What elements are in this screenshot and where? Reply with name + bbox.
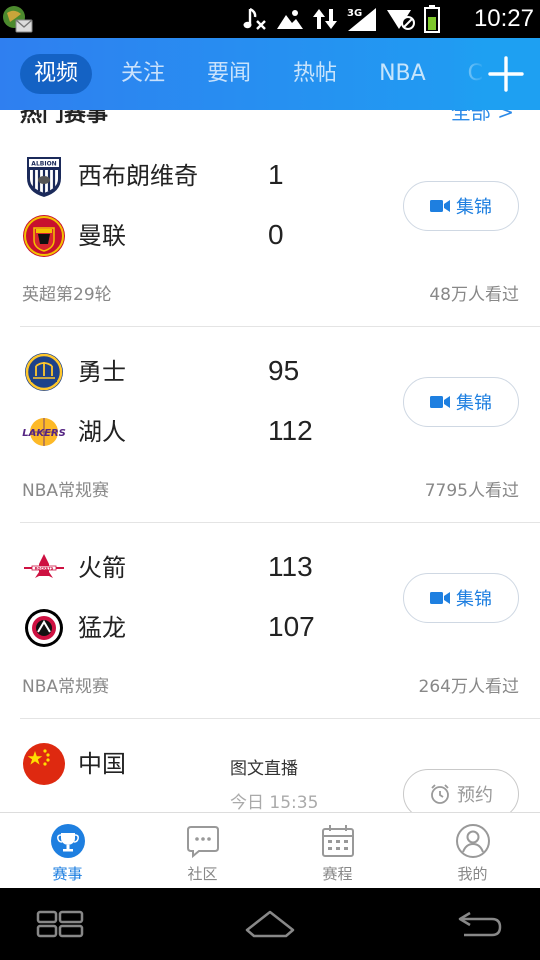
team-score: 95 — [268, 355, 300, 386]
profile-icon — [455, 824, 490, 858]
team-name: 中国 — [78, 750, 126, 778]
tab-video[interactable]: 视频 — [20, 54, 93, 94]
recent-apps-icon[interactable] — [36, 910, 84, 938]
bottom-tab-label: 我的 — [457, 865, 488, 883]
data-transfer-icon — [313, 9, 337, 29]
bottom-tab-label: 赛事 — [52, 865, 83, 883]
highlights-label: 集锦 — [456, 197, 492, 218]
trophy-icon — [50, 824, 85, 858]
team-row: 猛龙 107 — [22, 606, 342, 650]
lakers-logo: LAKERS — [22, 418, 66, 446]
tab-nba[interactable]: NBA — [366, 54, 439, 94]
section-header: 热门赛事 全部 > — [20, 110, 520, 127]
chat-bubble-icon — [186, 826, 219, 859]
top-nav: 视频 关注 要闻 热帖 NBA C — [0, 38, 540, 110]
highlights-label: 集锦 — [456, 393, 492, 414]
team-score: 113 — [268, 551, 313, 582]
raptors-logo — [25, 609, 63, 647]
bottom-tab-matches[interactable]: 赛事 — [0, 813, 135, 888]
league-label: NBA常规赛 — [22, 677, 110, 697]
match-card[interactable]: 中国 图文直播 今日 15:35 预约 — [0, 738, 540, 812]
tab-follow[interactable]: 关注 — [108, 54, 178, 94]
team-row: LAKERS 湖人 112 — [22, 410, 342, 454]
home-icon[interactable] — [244, 908, 296, 940]
bottom-tab-profile[interactable]: 我的 — [405, 813, 540, 888]
bottom-tab-label: 社区 — [187, 865, 218, 883]
section-more-link[interactable]: 全部 > — [451, 110, 514, 125]
plus-icon[interactable] — [484, 52, 528, 96]
team-row: 曼联 0 — [22, 214, 342, 258]
team-score: 112 — [268, 415, 313, 446]
team-score: 107 — [268, 611, 315, 642]
team-name: 曼联 — [78, 222, 126, 250]
team-name: 西布朗维奇 — [78, 162, 198, 190]
match-card[interactable]: ROCKETS 火箭 113 猛龙 107 集锦 NBA常规赛 264万人看过 — [0, 542, 540, 738]
view-count: 264万人看过 — [418, 677, 519, 697]
west-brom-logo: ALBION — [27, 157, 61, 197]
video-camera-icon — [430, 592, 450, 604]
china-flag — [23, 743, 65, 785]
svg-text:ROCKETS: ROCKETS — [35, 566, 54, 570]
svg-text:ALBION: ALBION — [31, 161, 56, 168]
svg-text:3G: 3G — [347, 8, 362, 19]
man-utd-logo — [23, 215, 65, 257]
top-nav-tabs: 视频 关注 要闻 热帖 NBA C — [20, 38, 512, 110]
wifi-off-icon — [387, 10, 415, 30]
highlights-label: 集锦 — [456, 589, 492, 610]
match-card[interactable]: ALBION 西布朗维奇 1 曼联 0 集锦 英超第29轮 48万人看过 — [0, 150, 540, 346]
back-icon[interactable] — [456, 908, 504, 940]
status-icons: 3G — [242, 0, 440, 38]
picture-icon — [277, 10, 303, 29]
reserve-button[interactable]: 预约 — [403, 769, 519, 812]
bottom-tab-bar: 赛事 社区 赛程 我的 — [0, 812, 540, 888]
match-card[interactable]: 勇士 95 LAKERS 湖人 112 集锦 NBA常规赛 7795人看过 — [0, 346, 540, 542]
signal-3g-icon: 3G — [346, 6, 376, 31]
divider — [20, 718, 540, 719]
bottom-tab-community[interactable]: 社区 — [135, 813, 270, 888]
highlights-button[interactable]: 集锦 — [403, 377, 519, 427]
team-score: 1 — [268, 159, 284, 190]
view-count: 7795人看过 — [424, 481, 519, 501]
divider — [20, 326, 540, 327]
tab-news[interactable]: 要闻 — [194, 54, 264, 94]
section-title: 热门赛事 — [20, 110, 109, 127]
alarm-clock-icon — [431, 784, 449, 804]
live-text-label: 图文直播 — [230, 759, 298, 779]
view-count: 48万人看过 — [429, 285, 519, 305]
league-label: 英超第29轮 — [22, 285, 112, 305]
team-row: ROCKETS 火箭 113 — [22, 546, 342, 590]
match-list: 热门赛事 全部 > ALBION 西布朗维奇 1 曼联 0 集锦 英超第29轮 … — [0, 110, 540, 812]
video-camera-icon — [430, 200, 450, 212]
team-score: 0 — [268, 219, 284, 250]
status-time: 10:27 — [473, 5, 534, 32]
warriors-logo — [25, 353, 63, 391]
calendar-icon — [321, 825, 354, 857]
music-mute-icon — [243, 7, 266, 30]
team-row: ALBION 西布朗维奇 1 — [22, 154, 342, 198]
app-notification-icon — [3, 6, 33, 33]
highlights-button[interactable]: 集锦 — [403, 181, 519, 231]
highlights-button[interactable]: 集锦 — [403, 573, 519, 623]
status-bar: 3G 10:27 — [0, 0, 540, 38]
team-name: 猛龙 — [78, 614, 126, 642]
team-name: 湖人 — [78, 418, 126, 446]
team-name: 勇士 — [78, 358, 126, 386]
system-nav-bar — [0, 888, 540, 960]
divider — [20, 522, 540, 523]
rockets-logo: ROCKETS — [24, 554, 64, 578]
team-row: 勇士 95 — [22, 350, 342, 394]
reserve-label: 预约 — [457, 785, 493, 806]
battery-icon — [424, 5, 440, 33]
tab-hot-posts[interactable]: 热帖 — [280, 54, 350, 94]
svg-text:LAKERS: LAKERS — [22, 428, 66, 439]
bottom-tab-schedule[interactable]: 赛程 — [270, 813, 405, 888]
video-camera-icon — [430, 396, 450, 408]
bottom-tab-label: 赛程 — [322, 865, 353, 883]
team-name: 火箭 — [78, 554, 126, 582]
live-time: 今日 15:35 — [230, 793, 319, 812]
league-label: NBA常规赛 — [22, 481, 110, 501]
